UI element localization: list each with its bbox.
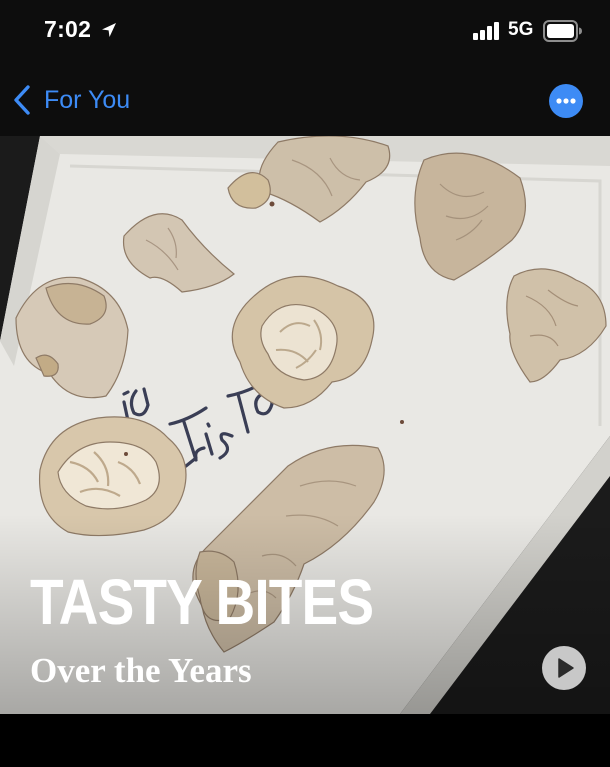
play-icon <box>558 658 574 678</box>
navigation-bar: For You <box>0 62 610 136</box>
chevron-left-icon <box>14 85 30 115</box>
signal-bars-icon <box>473 22 499 40</box>
location-arrow-icon <box>102 23 116 37</box>
battery-icon <box>543 20 582 42</box>
back-button[interactable]: For You <box>12 82 130 118</box>
memory-title: TASTY BITES <box>30 566 374 638</box>
memory-card[interactable]: TASTY BITES Over the Years <box>0 136 610 714</box>
network-type: 5G <box>508 19 534 40</box>
status-time: 7:02 <box>44 16 92 42</box>
back-label: For You <box>44 85 131 114</box>
more-options-button[interactable] <box>549 84 583 118</box>
ellipsis-icon <box>556 98 576 104</box>
bottom-area <box>0 714 610 767</box>
play-button[interactable] <box>542 646 586 690</box>
status-bar: 7:02 5G <box>0 0 610 62</box>
memory-subtitle: Over the Years <box>30 651 252 690</box>
